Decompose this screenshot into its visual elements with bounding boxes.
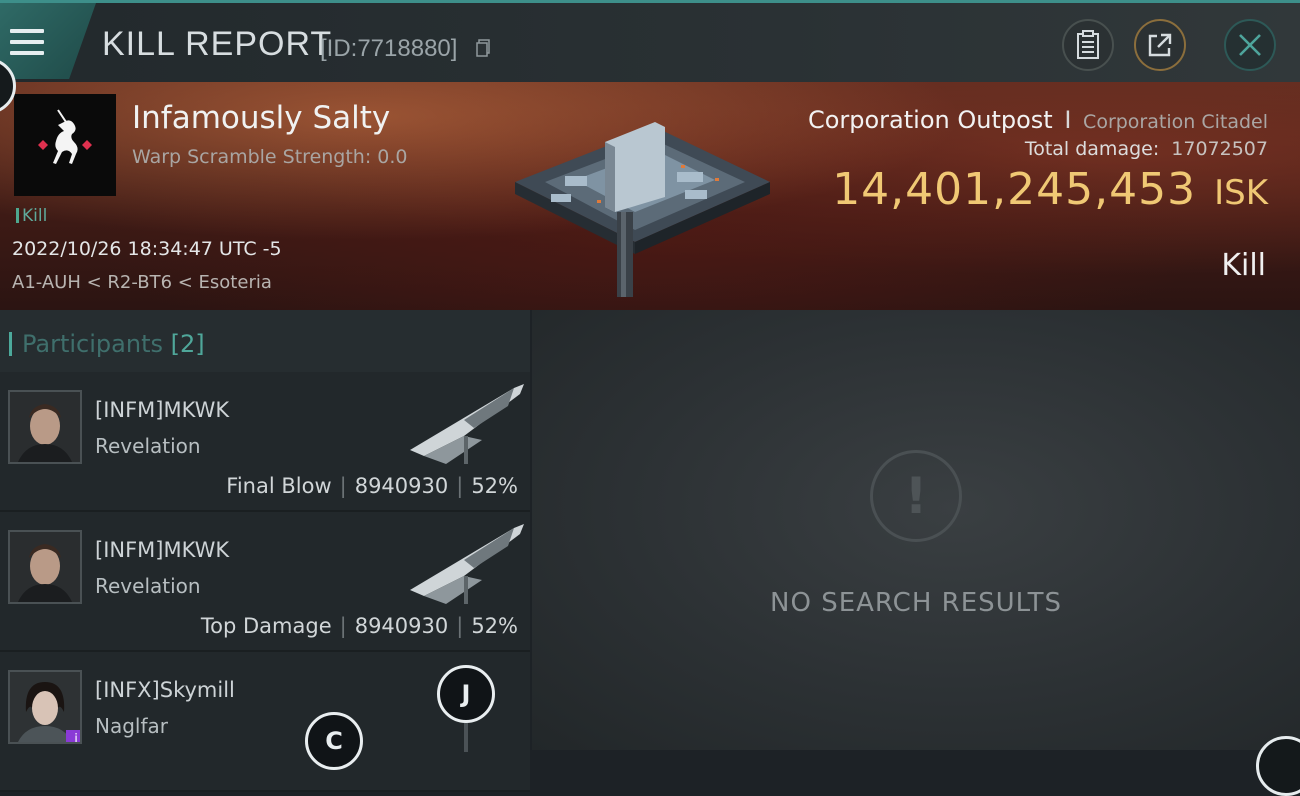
pilot-avatar[interactable]: i [8,670,82,744]
participant-stats: Top Damage | 8940930 | 52% [200,614,518,638]
isk-value-line: 14,401,245,453 ISK [808,164,1268,215]
participant-ship: Revelation [95,574,201,598]
participants-count: [2] [170,330,205,358]
clipboard-button[interactable] [1062,19,1114,71]
participant-percent: 52% [471,474,518,498]
kill-summary: Corporation Outpost I Corporation Citade… [808,106,1268,215]
participant-name[interactable]: [INFM]MKWK [95,398,229,422]
participants-header: Participants [2] [0,310,530,373]
ship-icon[interactable] [404,520,530,610]
participant-percent: 52% [471,614,518,638]
participant-row[interactable]: [INFM]MKWK Revelation Top Damage | 8940930… [0,512,530,652]
exclamation-icon: ! [870,450,962,542]
citadel-structure-image [515,122,770,297]
participants-label: Participants [22,330,163,358]
hamburger-icon[interactable] [10,29,44,62]
kill-banner: Infamously Salty Warp Scramble Strength:… [0,82,1300,310]
total-damage-value: 17072507 [1171,138,1268,160]
no-results-message: NO SEARCH RESULTS [770,588,1062,618]
pilot-portrait [10,532,80,602]
results-panel: ! NO SEARCH RESULTS [532,310,1300,750]
marker-j[interactable]: J [437,665,495,723]
participant-role: Top Damage [200,614,332,638]
copy-icon[interactable] [476,39,490,57]
participant-role: Final Blow [226,474,332,498]
close-icon [1239,34,1261,56]
ship-icon[interactable] [404,380,530,470]
participant-name[interactable]: [INFM]MKWK [95,538,229,562]
unicorn-logo-icon [38,109,92,164]
pilot-avatar[interactable] [8,530,82,604]
participant-row[interactable]: [INFM]MKWK Revelation Final Blow | 8940930… [0,372,530,512]
corporation-logo[interactable] [14,94,116,196]
marker-c[interactable]: C [305,712,363,770]
total-damage: Total damage: 17072507 [808,138,1268,160]
isk-value: 14,401,245,453 [832,164,1197,215]
share-button[interactable] [1134,19,1186,71]
menu-button[interactable] [0,3,96,79]
kill-tag-label: Kill [22,206,48,226]
top-bar: KILL REPORT [ID:7718880] [0,0,1300,82]
pilot-avatar[interactable] [8,390,82,464]
target-ship-class: Corporation Citadel [1083,111,1268,133]
target-ship-line: Corporation Outpost I Corporation Citade… [808,106,1268,134]
target-ship-name[interactable]: Corporation Outpost [808,106,1053,134]
participant-damage: 8940930 [354,614,449,638]
report-id: [ID:7718880] [320,35,458,62]
kill-tag: Kill [16,206,47,226]
kill-datetime: 2022/10/26 18:34:47 UTC -5 [12,238,282,260]
participants-title: Participants [2] [22,330,205,358]
total-damage-label: Total damage: [1024,138,1160,160]
participant-damage: 8940930 [354,474,449,498]
victim-name[interactable]: Infamously Salty [132,100,390,136]
warp-scramble-strength: Warp Scramble Strength: 0.0 [132,146,408,168]
participant-name[interactable]: [INFX]Skymill [95,678,235,702]
participant-ship: Naglfar [95,714,168,738]
pilot-portrait [10,392,80,462]
page-title: KILL REPORT [102,25,333,63]
clipboard-icon [1077,30,1099,59]
pilot-badge: i [66,730,80,742]
close-button[interactable] [1224,19,1276,71]
kill-location[interactable]: A1-AUH < R2-BT6 < Esoteria [12,272,272,293]
isk-unit: ISK [1214,173,1268,213]
share-icon [1148,33,1172,57]
participant-stats: Final Blow | 8940930 | 52% [226,474,518,498]
kill-result: Kill [1221,248,1266,283]
separator: I [1064,106,1072,134]
participant-ship: Revelation [95,434,201,458]
